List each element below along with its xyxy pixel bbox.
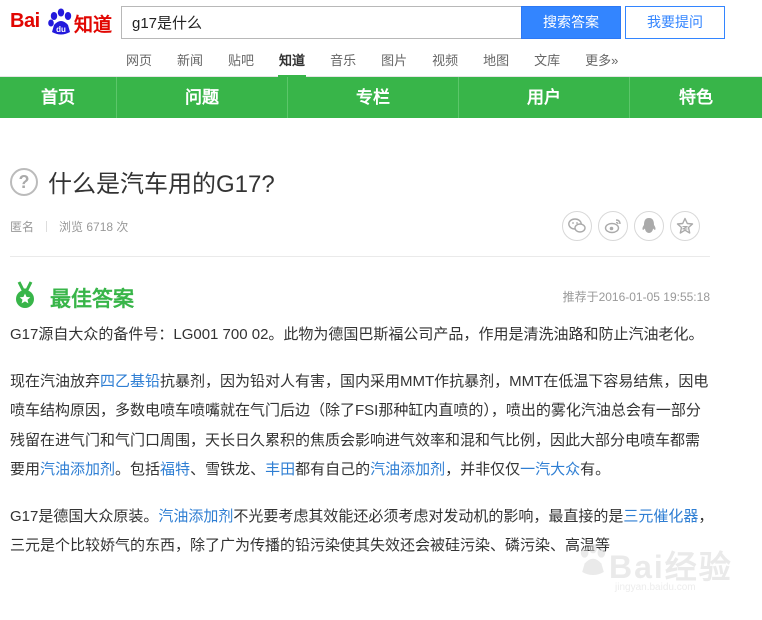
main-nav-users[interactable]: 用户 [459,77,630,118]
watermark-url: jingyan.baidu.com [615,582,696,593]
logo-text-bai: Bai [10,10,40,32]
main-nav-featured[interactable]: 特色 [630,77,762,118]
best-answer-body: G17源自大众的备件号：LG001 700 02。此物为德国巴斯福公司产品，作用… [10,320,714,578]
question-mark-icon: ? [10,168,38,196]
channel-tieba[interactable]: 贴吧 [228,46,254,76]
channel-video[interactable]: 视频 [432,46,458,76]
paw-logo-icon: du [48,8,72,35]
channel-images[interactable]: 图片 [381,46,407,76]
answer-text: 。包括 [115,461,161,478]
channel-map[interactable]: 地图 [483,46,509,76]
qzone-icon[interactable] [670,211,700,241]
answer-text: 不光要考虑其效能还必须考虑对发动机的影响，最直接的是 [233,507,624,525]
search-answer-button[interactable]: 搜索答案 [521,6,621,39]
wechat-icon[interactable] [562,211,592,241]
best-answer-heading: 最佳答案 [50,288,134,311]
question-views: 浏览 6718 次 [59,220,129,234]
channel-web[interactable]: 网页 [126,46,152,76]
answer-text: G17源自大众的备件号：LG001 700 02。此物为德国巴斯福公司产品，作用… [10,326,704,343]
logo-text-du: du [56,25,66,34]
answer-text: 有。 [580,461,611,478]
channel-nav: 网页 新闻 贴吧 知道 音乐 图片 视频 地图 文库 更多» [0,46,762,77]
answer-keyword-link[interactable]: 一汽大众 [520,461,580,478]
recommended-timestamp: 推荐于2016-01-05 19:55:18 [562,290,710,304]
main-nav: 首页 问题 专栏 用户 特色 [0,77,762,118]
channel-zhidao[interactable]: 知道 [278,46,307,77]
answer-text: 都有自己的 [295,461,371,478]
question-title: 什么是汽车用的G17? [48,171,275,198]
answer-keyword-link[interactable]: 汽油添加剂 [40,461,115,478]
main-nav-home[interactable]: 首页 [0,77,117,118]
channel-music[interactable]: 音乐 [330,46,356,76]
top-search-bar: Bai du 知道 搜索答案 我要提问 [0,0,762,46]
answer-keyword-link[interactable]: 汽油添加剂 [158,508,233,525]
answer-text: 现在汽油放弃 [10,372,101,390]
question-author[interactable]: 匿名 [10,218,34,235]
channel-more[interactable]: 更多» [585,46,618,76]
answer-keyword-link[interactable]: 福特 [160,461,190,478]
section-divider [10,256,710,257]
answer-text: 、雪铁龙、 [190,461,266,478]
main-nav-columns[interactable]: 专栏 [288,77,459,118]
question-meta: 匿名 浏览 6718 次 [10,218,128,235]
search-input[interactable] [121,6,521,39]
meta-divider [46,221,48,232]
answer-keyword-link[interactable]: 四乙基铅 [100,373,160,390]
answer-paragraph: G17是德国大众原装。汽油添加剂不光要考虑其效能还必须考虑对发动机的影响，最直接… [10,502,714,561]
main-nav-questions[interactable]: 问题 [117,77,288,118]
answer-keyword-link[interactable]: 丰田 [265,461,295,478]
logo-text-zhidao: 知道 [74,15,113,36]
answer-paragraph: G17源自大众的备件号：LG001 700 02。此物为德国巴斯福公司产品，作用… [10,320,714,350]
channel-wenku[interactable]: 文库 [534,46,560,76]
best-answer-medal-icon [16,281,34,308]
answer-keyword-link[interactable]: 三元催化器 [623,508,698,525]
share-bar [562,211,706,241]
answer-paragraph: 现在汽油放弃四乙基铅抗暴剂，因为铅对人有害，国内采用MMT作抗暴剂，MMT在低温… [10,367,714,485]
answer-text: G17是德国大众原装。 [10,507,159,525]
weibo-icon[interactable] [598,211,628,241]
baidu-zhidao-logo[interactable]: Bai du 知道 [10,6,114,38]
answer-keyword-link[interactable]: 汽油添加剂 [370,461,445,478]
qq-icon[interactable] [634,211,664,241]
channel-news[interactable]: 新闻 [177,46,203,76]
answer-text: ，并非仅仅 [445,461,521,478]
ask-question-button[interactable]: 我要提问 [625,6,725,39]
